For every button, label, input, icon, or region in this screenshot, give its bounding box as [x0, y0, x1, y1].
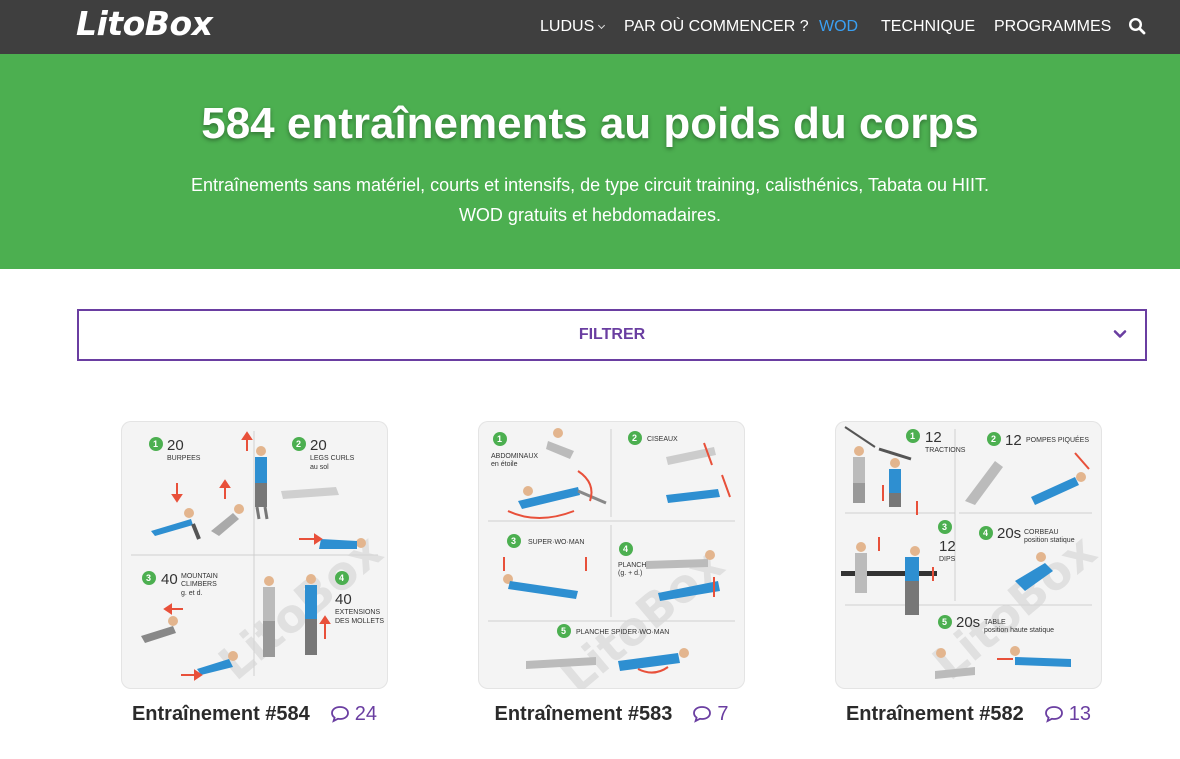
workout-illustration: LitoBox 1 12 TRACTIONS 2 12 POMPES PIQUÉ… — [841, 426, 1102, 689]
svg-text:en étoile: en étoile — [491, 461, 518, 468]
comment-count[interactable]: 24 — [330, 701, 377, 727]
comment-bubble-icon — [330, 706, 349, 723]
svg-text:au sol: au sol — [310, 464, 329, 471]
comment-count[interactable]: 13 — [1044, 701, 1091, 727]
svg-text:40: 40 — [161, 571, 178, 588]
svg-text:20: 20 — [310, 437, 327, 454]
svg-text:(g. + d.): (g. + d.) — [618, 570, 642, 577]
site-logo[interactable]: LitoBox — [76, 5, 213, 43]
svg-text:1: 1 — [910, 431, 915, 441]
nav-item-ludus[interactable]: LUDUS — [540, 0, 606, 54]
svg-text:PLANCHE SPIDER·WO·MAN: PLANCHE SPIDER·WO·MAN — [576, 629, 669, 636]
page-title: 584 entraînements au poids du corps — [201, 99, 979, 148]
nav-item-wod[interactable]: WOD — [819, 0, 858, 54]
svg-text:2: 2 — [991, 434, 996, 444]
svg-text:DES MOLLETS: DES MOLLETS — [335, 618, 384, 625]
svg-text:5: 5 — [942, 617, 947, 627]
svg-text:40: 40 — [335, 591, 352, 608]
svg-text:4: 4 — [339, 573, 344, 583]
svg-text:3: 3 — [146, 573, 151, 583]
filter-dropdown[interactable]: FILTRER — [77, 309, 1147, 361]
svg-text:2: 2 — [632, 433, 637, 443]
workout-card-583[interactable]: LitoBox 1 ABDOMINAUX en étoile 2 CISEAUX… — [478, 421, 745, 725]
svg-text:12: 12 — [1005, 432, 1022, 449]
svg-text:LEGS CURLS: LEGS CURLS — [310, 455, 355, 462]
top-navbar: LitoBox LUDUS PAR OÙ COMMENCER ? WOD TEC… — [0, 0, 1180, 54]
nav-item-technique[interactable]: TECHNIQUE — [881, 0, 975, 54]
svg-text:POMPES PIQUÉES: POMPES PIQUÉES — [1026, 435, 1089, 444]
svg-text:MOUNTAIN: MOUNTAIN — [181, 573, 218, 580]
nav-item-par-ou-commencer[interactable]: PAR OÙ COMMENCER ? — [624, 0, 809, 54]
card-title[interactable]: Entraînement #582 — [846, 701, 1024, 727]
svg-text:EXTENSIONS: EXTENSIONS — [335, 609, 380, 616]
svg-text:1: 1 — [497, 434, 502, 444]
svg-text:3: 3 — [942, 522, 947, 532]
svg-text:TABLE: TABLE — [984, 619, 1006, 626]
svg-text:CLIMBERS: CLIMBERS — [181, 581, 217, 588]
svg-text:TRACTIONS: TRACTIONS — [925, 447, 966, 454]
svg-text:g. et d.: g. et d. — [181, 590, 202, 597]
svg-text:3: 3 — [511, 536, 516, 546]
svg-text:20s: 20s — [997, 525, 1021, 542]
hero-banner: 584 entraînements au poids du corps Entr… — [0, 54, 1180, 269]
card-title[interactable]: Entraînement #584 — [132, 701, 310, 727]
svg-text:BURPEES: BURPEES — [167, 455, 201, 462]
svg-text:4: 4 — [983, 528, 988, 538]
chevron-down-icon — [1113, 330, 1127, 338]
card-caption: Entraînement #583 7 — [478, 701, 745, 727]
svg-text:2: 2 — [296, 439, 301, 449]
filter-label: FILTRER — [578, 326, 646, 343]
svg-text:12: 12 — [925, 429, 942, 446]
chevron-down-icon — [598, 21, 606, 29]
svg-text:20s: 20s — [956, 614, 980, 631]
workout-illustration: LitoBox 1 20 BURPEES 2 20 LEGS CURLS au … — [131, 431, 388, 689]
svg-text:SUPER·WO·MAN: SUPER·WO·MAN — [528, 539, 584, 546]
workout-card-582[interactable]: LitoBox 1 12 TRACTIONS 2 12 POMPES PIQUÉ… — [835, 421, 1102, 725]
nav-label-ludus[interactable]: LUDUS — [540, 17, 606, 37]
svg-text:4: 4 — [623, 544, 628, 554]
svg-text:20: 20 — [167, 437, 184, 454]
card-caption: Entraînement #582 13 — [835, 701, 1102, 727]
comment-count[interactable]: 7 — [692, 701, 728, 727]
svg-text:5: 5 — [561, 626, 566, 636]
svg-text:ABDOMINAUX: ABDOMINAUX — [491, 453, 538, 460]
svg-text:position haute statique: position haute statique — [984, 627, 1054, 634]
hero-subtitle-line-1: Entraînements sans matériel, courts et i… — [190, 175, 990, 195]
svg-text:CORBEAU: CORBEAU — [1024, 529, 1059, 536]
workout-image[interactable]: LitoBox 1 20 BURPEES 2 20 LEGS CURLS au … — [121, 421, 388, 689]
card-title[interactable]: Entraînement #583 — [495, 701, 673, 727]
svg-text:1: 1 — [153, 439, 158, 449]
watermark-text: LitoBox — [208, 524, 388, 689]
svg-text:position statique: position statique — [1024, 537, 1075, 544]
comment-bubble-icon — [1044, 706, 1063, 723]
nav-item-programmes[interactable]: PROGRAMMES — [994, 0, 1111, 54]
hero-subtitle-line-2: WOD gratuits et hebdomadaires. — [458, 205, 722, 225]
workout-image[interactable]: LitoBox 1 12 TRACTIONS 2 12 POMPES PIQUÉ… — [835, 421, 1102, 689]
card-caption: Entraînement #584 24 — [121, 701, 388, 727]
comment-bubble-icon — [693, 706, 712, 723]
search-icon[interactable] — [1128, 17, 1146, 35]
workout-image[interactable]: LitoBox 1 ABDOMINAUX en étoile 2 CISEAUX… — [478, 421, 745, 689]
svg-text:CISEAUX: CISEAUX — [647, 436, 678, 443]
svg-text:DIPS: DIPS — [939, 556, 956, 563]
svg-text:12: 12 — [939, 538, 956, 555]
workout-illustration: LitoBox 1 ABDOMINAUX en étoile 2 CISEAUX… — [488, 428, 735, 689]
hero-subtitle: Entraînements sans matériel, courts et i… — [0, 170, 1180, 230]
workout-card-584[interactable]: LitoBox 1 20 BURPEES 2 20 LEGS CURLS au … — [121, 421, 388, 725]
